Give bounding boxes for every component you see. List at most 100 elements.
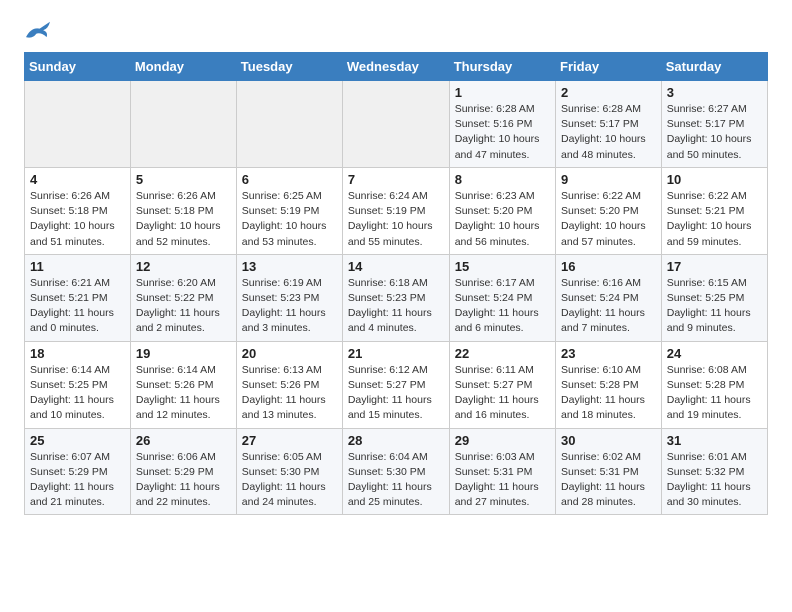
cell-content: Sunrise: 6:26 AM Sunset: 5:18 PM Dayligh… (30, 189, 125, 250)
calendar-cell: 24 Sunrise: 6:08 AM Sunset: 5:28 PM Dayli… (661, 341, 767, 428)
calendar-cell: 26 Sunrise: 6:06 AM Sunset: 5:29 PM Dayli… (130, 428, 236, 515)
cell-content: Sunrise: 6:06 AM Sunset: 5:29 PM Dayligh… (136, 450, 231, 511)
calendar-cell (130, 81, 236, 168)
calendar-cell (25, 81, 131, 168)
day-number: 26 (136, 433, 231, 448)
calendar-cell: 27 Sunrise: 6:05 AM Sunset: 5:30 PM Dayli… (236, 428, 342, 515)
calendar-cell: 14 Sunrise: 6:18 AM Sunset: 5:23 PM Dayli… (342, 254, 449, 341)
day-number: 3 (667, 85, 762, 100)
calendar-cell: 4 Sunrise: 6:26 AM Sunset: 5:18 PM Daylig… (25, 167, 131, 254)
day-number: 20 (242, 346, 337, 361)
cell-content: Sunrise: 6:08 AM Sunset: 5:28 PM Dayligh… (667, 363, 762, 424)
calendar-cell: 11 Sunrise: 6:21 AM Sunset: 5:21 PM Dayli… (25, 254, 131, 341)
calendar-cell: 2 Sunrise: 6:28 AM Sunset: 5:17 PM Daylig… (556, 81, 662, 168)
day-number: 9 (561, 172, 656, 187)
day-number: 19 (136, 346, 231, 361)
day-number: 14 (348, 259, 444, 274)
calendar-cell: 10Sunrise: 6:22 AM Sunset: 5:21 PM Dayli… (661, 167, 767, 254)
calendar-cell: 20 Sunrise: 6:13 AM Sunset: 5:26 PM Dayli… (236, 341, 342, 428)
cell-content: Sunrise: 6:05 AM Sunset: 5:30 PM Dayligh… (242, 450, 337, 511)
day-number: 11 (30, 259, 125, 274)
cell-content: Sunrise: 6:01 AM Sunset: 5:32 PM Dayligh… (667, 450, 762, 511)
weekday-header-sunday: Sunday (25, 53, 131, 81)
calendar-cell: 22 Sunrise: 6:11 AM Sunset: 5:27 PM Dayli… (449, 341, 555, 428)
calendar-week-row: 1 Sunrise: 6:28 AM Sunset: 5:16 PM Daylig… (25, 81, 768, 168)
cell-content: Sunrise: 6:10 AM Sunset: 5:28 PM Dayligh… (561, 363, 656, 424)
calendar-cell: 31 Sunrise: 6:01 AM Sunset: 5:32 PM Dayli… (661, 428, 767, 515)
calendar-cell (342, 81, 449, 168)
day-number: 4 (30, 172, 125, 187)
calendar-cell: 5 Sunrise: 6:26 AM Sunset: 5:18 PM Daylig… (130, 167, 236, 254)
calendar-cell: 28 Sunrise: 6:04 AM Sunset: 5:30 PM Dayli… (342, 428, 449, 515)
day-number: 24 (667, 346, 762, 361)
calendar-cell: 23 Sunrise: 6:10 AM Sunset: 5:28 PM Dayli… (556, 341, 662, 428)
day-number: 5 (136, 172, 231, 187)
cell-content: Sunrise: 6:17 AM Sunset: 5:24 PM Dayligh… (455, 276, 550, 337)
cell-content: Sunrise: 6:13 AM Sunset: 5:26 PM Dayligh… (242, 363, 337, 424)
calendar-cell: 8 Sunrise: 6:23 AM Sunset: 5:20 PM Daylig… (449, 167, 555, 254)
day-number: 31 (667, 433, 762, 448)
calendar-cell: 16 Sunrise: 6:16 AM Sunset: 5:24 PM Dayli… (556, 254, 662, 341)
day-number: 10 (667, 172, 762, 187)
cell-content: Sunrise: 6:03 AM Sunset: 5:31 PM Dayligh… (455, 450, 550, 511)
cell-content: Sunrise: 6:11 AM Sunset: 5:27 PM Dayligh… (455, 363, 550, 424)
calendar-cell: 7 Sunrise: 6:24 AM Sunset: 5:19 PM Daylig… (342, 167, 449, 254)
weekday-header-thursday: Thursday (449, 53, 555, 81)
weekday-header-tuesday: Tuesday (236, 53, 342, 81)
calendar-cell: 6Sunrise: 6:25 AM Sunset: 5:19 PM Daylig… (236, 167, 342, 254)
day-number: 15 (455, 259, 550, 274)
weekday-header-row: SundayMondayTuesdayWednesdayThursdayFrid… (25, 53, 768, 81)
day-number: 12 (136, 259, 231, 274)
weekday-header-friday: Friday (556, 53, 662, 81)
day-number: 30 (561, 433, 656, 448)
logo-icon (24, 20, 52, 44)
cell-content: Sunrise: 6:24 AM Sunset: 5:19 PM Dayligh… (348, 189, 444, 250)
day-number: 22 (455, 346, 550, 361)
calendar-body: 1 Sunrise: 6:28 AM Sunset: 5:16 PM Daylig… (25, 81, 768, 515)
calendar-cell: 21 Sunrise: 6:12 AM Sunset: 5:27 PM Dayli… (342, 341, 449, 428)
day-number: 8 (455, 172, 550, 187)
cell-content: Sunrise: 6:14 AM Sunset: 5:25 PM Dayligh… (30, 363, 125, 424)
day-number: 16 (561, 259, 656, 274)
calendar-cell: 9Sunrise: 6:22 AM Sunset: 5:20 PM Daylig… (556, 167, 662, 254)
day-number: 23 (561, 346, 656, 361)
calendar-week-row: 4 Sunrise: 6:26 AM Sunset: 5:18 PM Daylig… (25, 167, 768, 254)
calendar-cell: 30Sunrise: 6:02 AM Sunset: 5:31 PM Dayli… (556, 428, 662, 515)
cell-content: Sunrise: 6:21 AM Sunset: 5:21 PM Dayligh… (30, 276, 125, 337)
day-number: 13 (242, 259, 337, 274)
calendar-cell: 1 Sunrise: 6:28 AM Sunset: 5:16 PM Daylig… (449, 81, 555, 168)
calendar-cell: 17 Sunrise: 6:15 AM Sunset: 5:25 PM Dayli… (661, 254, 767, 341)
cell-content: Sunrise: 6:12 AM Sunset: 5:27 PM Dayligh… (348, 363, 444, 424)
cell-content: Sunrise: 6:14 AM Sunset: 5:26 PM Dayligh… (136, 363, 231, 424)
cell-content: Sunrise: 6:26 AM Sunset: 5:18 PM Dayligh… (136, 189, 231, 250)
cell-content: Sunrise: 6:07 AM Sunset: 5:29 PM Dayligh… (30, 450, 125, 511)
cell-content: Sunrise: 6:16 AM Sunset: 5:24 PM Dayligh… (561, 276, 656, 337)
calendar-cell: 3Sunrise: 6:27 AM Sunset: 5:17 PM Daylig… (661, 81, 767, 168)
day-number: 27 (242, 433, 337, 448)
weekday-header-saturday: Saturday (661, 53, 767, 81)
day-number: 1 (455, 85, 550, 100)
logo (24, 20, 56, 44)
weekday-header-wednesday: Wednesday (342, 53, 449, 81)
cell-content: Sunrise: 6:20 AM Sunset: 5:22 PM Dayligh… (136, 276, 231, 337)
calendar-cell: 12 Sunrise: 6:20 AM Sunset: 5:22 PM Dayli… (130, 254, 236, 341)
cell-content: Sunrise: 6:04 AM Sunset: 5:30 PM Dayligh… (348, 450, 444, 511)
cell-content: Sunrise: 6:28 AM Sunset: 5:16 PM Dayligh… (455, 102, 550, 163)
page-header (24, 20, 768, 44)
calendar-cell: 13 Sunrise: 6:19 AM Sunset: 5:23 PM Dayli… (236, 254, 342, 341)
calendar-table: SundayMondayTuesdayWednesdayThursdayFrid… (24, 52, 768, 515)
cell-content: Sunrise: 6:28 AM Sunset: 5:17 PM Dayligh… (561, 102, 656, 163)
cell-content: Sunrise: 6:18 AM Sunset: 5:23 PM Dayligh… (348, 276, 444, 337)
cell-content: Sunrise: 6:23 AM Sunset: 5:20 PM Dayligh… (455, 189, 550, 250)
calendar-cell: 29Sunrise: 6:03 AM Sunset: 5:31 PM Dayli… (449, 428, 555, 515)
day-number: 7 (348, 172, 444, 187)
calendar-cell: 15 Sunrise: 6:17 AM Sunset: 5:24 PM Dayli… (449, 254, 555, 341)
day-number: 28 (348, 433, 444, 448)
cell-content: Sunrise: 6:19 AM Sunset: 5:23 PM Dayligh… (242, 276, 337, 337)
day-number: 21 (348, 346, 444, 361)
weekday-header-monday: Monday (130, 53, 236, 81)
cell-content: Sunrise: 6:15 AM Sunset: 5:25 PM Dayligh… (667, 276, 762, 337)
day-number: 2 (561, 85, 656, 100)
day-number: 6 (242, 172, 337, 187)
day-number: 17 (667, 259, 762, 274)
